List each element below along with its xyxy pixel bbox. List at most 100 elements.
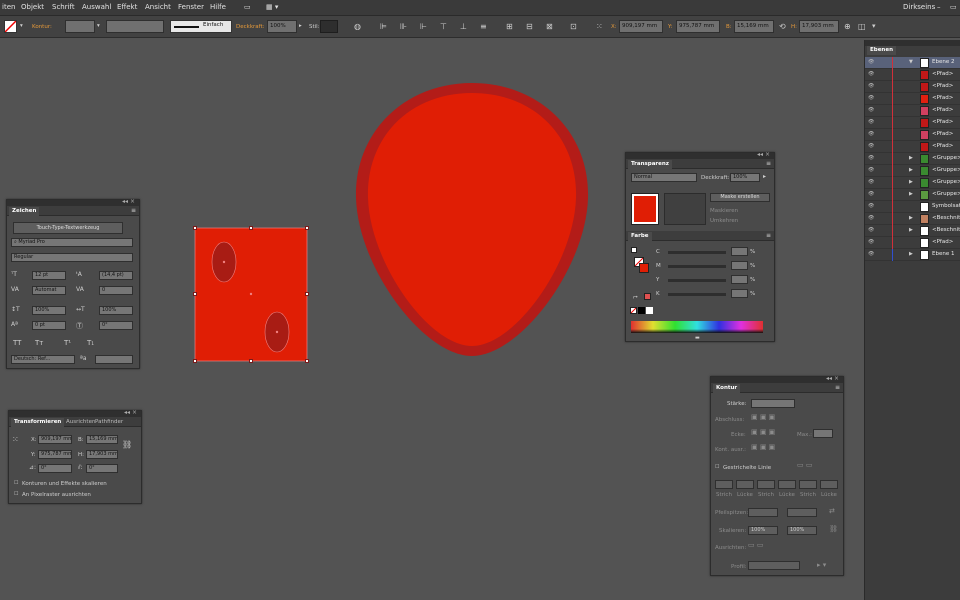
recolor-icon[interactable]: ◍ [354,22,361,31]
collapse-icon[interactable]: ◂◂ × [122,198,135,205]
brush-definition[interactable]: Einfach [170,20,232,33]
blend-mode-dropdown[interactable]: Normal [631,173,697,182]
black-swatch[interactable] [638,307,645,314]
tab-transparenz[interactable]: Transparenz [628,160,672,169]
font-family-field[interactable]: ⌕ Myriad Pro [11,238,133,247]
layer-row[interactable]: 👁 ▶ <Beschnittt [865,225,960,237]
tab-zeichen[interactable]: Zeichen [9,207,40,216]
small-caps-button[interactable]: Tт [35,339,43,347]
opacity-field[interactable]: 100% [730,173,760,182]
opacity-dropdown-icon[interactable]: ▸ [299,23,302,29]
gamut-swatch[interactable] [644,293,651,300]
expand-triangle-icon[interactable]: ▶ [909,179,913,185]
layer-row[interactable]: 👁 ▼ Ebene 2 [865,57,960,69]
y-slider[interactable] [668,279,726,282]
color-spectrum[interactable] [631,321,763,333]
visibility-eye-icon[interactable]: 👁 [868,71,874,77]
minimize-icon[interactable]: – [937,3,941,11]
expand-triangle-icon[interactable]: ▶ [909,227,913,233]
gap-field-2[interactable] [778,480,796,489]
visibility-eye-icon[interactable]: 👁 [868,83,874,89]
align-left-icon[interactable]: ⊫ [380,22,387,31]
baseline-shift-field[interactable]: 0 pt [32,321,66,330]
k-field[interactable] [731,289,748,298]
visibility-eye-icon[interactable]: 👁 [868,167,874,173]
menu-hilfe[interactable]: Hilfe [210,3,226,11]
arrow-align-icons[interactable]: ▭ ▭ [748,541,763,549]
default-colors-icon[interactable] [631,247,637,253]
menu-item[interactable]: iten [2,3,15,11]
kontur-label[interactable]: Kontur: [32,24,52,30]
link-proportions-icon[interactable]: ⛓ [122,440,132,449]
visibility-eye-icon[interactable]: 👁 [868,143,874,149]
reference-point-icon[interactable]: ⁙ [596,22,603,31]
expand-triangle-icon[interactable]: ▶ [909,215,913,221]
handle-bottom-right[interactable] [305,359,309,363]
panel-menu-icon[interactable]: ≡ [766,160,771,167]
align-bottom-icon[interactable]: ≡ [480,22,487,31]
font-style-field[interactable]: Regular [11,253,133,262]
k-slider[interactable] [668,293,726,296]
visibility-eye-icon[interactable]: 👁 [868,179,874,185]
cap-icons[interactable]: ▣ ▣ ▣ [751,413,775,421]
expand-triangle-icon[interactable]: ▼ [909,59,913,65]
limit-field[interactable] [813,429,833,438]
layer-row[interactable]: 👁 ▶ <Gruppe> [865,189,960,201]
collapse-icon[interactable]: ◂◂ × [826,375,839,382]
visibility-eye-icon[interactable]: 👁 [868,95,874,101]
layer-row[interactable]: 👁 <Pfad> [865,81,960,93]
handle-bottom-middle[interactable] [249,359,253,363]
y-field[interactable]: 975,787 mm [676,20,720,33]
align-right-icon[interactable]: ⊩ [420,22,427,31]
menu-auswahl[interactable]: Auswahl [82,3,111,11]
x-field[interactable]: 909,197 mm [38,435,72,444]
layer-row[interactable]: 👁 ▶ <Gruppe> [865,165,960,177]
fill-swatch[interactable] [4,20,17,33]
stroke-dropdown-icon[interactable]: ▾ [97,23,100,29]
tab-pathfinder[interactable]: Pathfinder [92,418,126,427]
panel-menu-icon[interactable]: ≡ [131,207,136,214]
tracking-field[interactable]: 0 [99,286,133,295]
stroke-color-swatch[interactable] [639,263,649,273]
kerning-field[interactable]: Automat [32,286,66,295]
handle-middle-left[interactable] [193,292,197,296]
visibility-eye-icon[interactable]: 👁 [868,119,874,125]
graphic-style-swatch[interactable] [320,20,338,33]
constrain-proportions-icon[interactable]: ⟲ [779,22,786,31]
visibility-eye-icon[interactable]: 👁 [868,59,874,65]
white-swatch[interactable] [646,307,653,314]
visibility-eye-icon[interactable]: 👁 [868,191,874,197]
handle-top-middle[interactable] [249,226,253,230]
collapse-icon[interactable]: ◂◂ × [124,409,137,416]
collapse-icon[interactable]: ◂◂ × [757,151,770,158]
language-dropdown[interactable]: Deutsch: Ref... [11,355,75,364]
all-caps-button[interactable]: TT [13,339,21,347]
superscript-button[interactable]: T¹ [64,339,71,347]
deckkraft-label[interactable]: Deckkraft: [236,24,265,30]
scale-end-field[interactable]: 100% [787,526,817,535]
visibility-eye-icon[interactable]: 👁 [868,239,874,245]
tab-farbe[interactable]: Farbe [628,232,652,241]
dashed-line-checkbox[interactable]: ☐ [715,464,719,470]
visibility-eye-icon[interactable]: 👁 [868,227,874,233]
align-middle-icon[interactable]: ⊥ [460,22,467,31]
menu-ansicht[interactable]: Ansicht [145,3,171,11]
red-drop-inner[interactable] [367,93,577,346]
y-field[interactable] [731,275,748,284]
horizontal-scale-field[interactable]: 100% [99,306,133,315]
layer-row[interactable]: 👁 <Pfad> [865,93,960,105]
distribute-bottom-icon[interactable]: ⊠ [546,22,553,31]
expand-triangle-icon[interactable]: ▶ [909,167,913,173]
menu-schrift[interactable]: Schrift [52,3,75,11]
panel-menu-icon[interactable]: ≡ [766,232,771,239]
anti-alias-dropdown[interactable] [95,355,133,364]
panel-resize-handle[interactable]: ▬ [695,335,700,341]
layer-row[interactable]: 👁 <Pfad> [865,129,960,141]
layer-row[interactable]: 👁 ▶ <Gruppe> [865,177,960,189]
touch-type-button[interactable]: Touch-Type-Textwerkzeug [13,222,123,234]
visibility-eye-icon[interactable]: 👁 [868,107,874,113]
restore-icon[interactable]: ▭ [950,3,957,11]
weight-field[interactable] [751,399,795,408]
tab-transformieren[interactable]: Transformieren [11,418,65,427]
c-slider[interactable] [668,251,726,254]
